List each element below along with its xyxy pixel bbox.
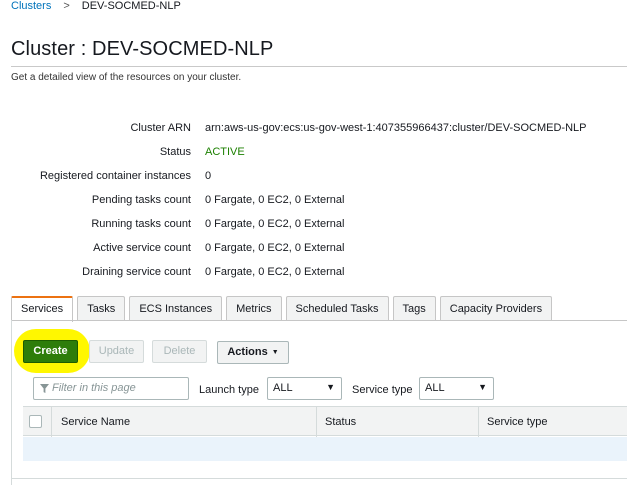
detail-row-status: Status ACTIVE <box>0 146 627 162</box>
column-header-service-type[interactable]: Service type <box>479 407 548 437</box>
page-subtitle: Get a detailed view of the resources on … <box>11 72 242 83</box>
breadcrumb-current: DEV-SOCMED-NLP <box>81 0 181 12</box>
detail-label: Cluster ARN <box>130 122 191 134</box>
tab-services[interactable]: Services <box>11 296 74 322</box>
tab-ecs-instances[interactable]: ECS Instances <box>129 296 223 320</box>
page-title: Cluster : DEV-SOCMED-NLP <box>11 38 274 60</box>
detail-label: Active service count <box>93 242 191 254</box>
caret-down-icon: ▼ <box>271 349 279 356</box>
delete-button[interactable]: Delete <box>152 340 207 363</box>
running-tasks-value: 0 Fargate, 0 EC2, 0 External <box>205 218 345 230</box>
actions-label: Actions <box>227 346 268 358</box>
detail-row-active-services: Active service count 0 Fargate, 0 EC2, 0… <box>0 242 627 258</box>
detail-row-registered-instances: Registered container instances 0 <box>0 170 627 186</box>
service-type-value: ALL <box>425 382 445 394</box>
detail-label: Running tasks count <box>91 218 191 230</box>
detail-label: Status <box>159 146 191 158</box>
column-divider <box>51 407 52 437</box>
services-table-header: Service Name Status Service type <box>23 406 627 437</box>
update-button[interactable]: Update <box>89 340 144 363</box>
table-empty-row <box>23 437 627 461</box>
active-services-value: 0 Fargate, 0 EC2, 0 External <box>205 242 345 254</box>
column-header-status[interactable]: Status <box>317 407 356 437</box>
cluster-tabs: Services Tasks ECS Instances Metrics Sch… <box>11 296 556 322</box>
filter-placeholder: Filter in this page <box>52 382 136 394</box>
pending-tasks-value: 0 Fargate, 0 EC2, 0 External <box>205 194 345 206</box>
service-type-select[interactable]: ALL ▼ <box>419 377 494 400</box>
panel-left-border <box>11 320 12 485</box>
panel-bottom-border <box>11 478 627 479</box>
breadcrumb-separator: > <box>63 0 70 12</box>
tab-tasks[interactable]: Tasks <box>77 296 126 320</box>
launch-type-value: ALL <box>273 382 293 394</box>
detail-row-running-tasks: Running tasks count 0 Fargate, 0 EC2, 0 … <box>0 218 627 234</box>
select-all-checkbox[interactable] <box>29 415 42 428</box>
detail-label: Draining service count <box>82 266 191 278</box>
status-value: ACTIVE <box>205 146 245 158</box>
cluster-arn-value: arn:aws-us-gov:ecs:us-gov-west-1:4073559… <box>205 122 587 134</box>
detail-label: Registered container instances <box>39 170 191 182</box>
breadcrumb-clusters-link[interactable]: Clusters <box>11 0 51 12</box>
launch-type-select[interactable]: ALL ▼ <box>267 377 342 400</box>
title-divider <box>11 66 627 67</box>
funnel-icon <box>40 384 49 393</box>
detail-row-pending-tasks: Pending tasks count 0 Fargate, 0 EC2, 0 … <box>0 194 627 210</box>
column-header-service-name[interactable]: Service Name <box>53 407 130 437</box>
launch-type-label: Launch type <box>199 384 259 396</box>
service-type-label: Service type <box>352 384 413 396</box>
tab-scheduled-tasks[interactable]: Scheduled Tasks <box>285 296 389 320</box>
registered-instances-value: 0 <box>205 170 212 182</box>
detail-label: Pending tasks count <box>91 194 191 206</box>
chevron-down-icon: ▼ <box>326 382 335 392</box>
detail-row-draining-services: Draining service count 0 Fargate, 0 EC2,… <box>0 266 627 282</box>
tab-metrics[interactable]: Metrics <box>226 296 282 320</box>
breadcrumb: Clusters > DEV-SOCMED-NLP <box>11 0 181 12</box>
tab-tags[interactable]: Tags <box>392 296 436 320</box>
draining-services-value: 0 Fargate, 0 EC2, 0 External <box>205 266 345 278</box>
actions-dropdown-button[interactable]: Actions ▼ <box>217 341 289 364</box>
tab-capacity-providers[interactable]: Capacity Providers <box>439 296 553 320</box>
filter-input[interactable]: Filter in this page <box>33 377 189 400</box>
detail-row-cluster-arn: Cluster ARN arn:aws-us-gov:ecs:us-gov-we… <box>0 122 627 138</box>
chevron-down-icon: ▼ <box>478 382 487 392</box>
create-button[interactable]: Create <box>23 340 78 363</box>
tabs-divider <box>11 320 627 321</box>
